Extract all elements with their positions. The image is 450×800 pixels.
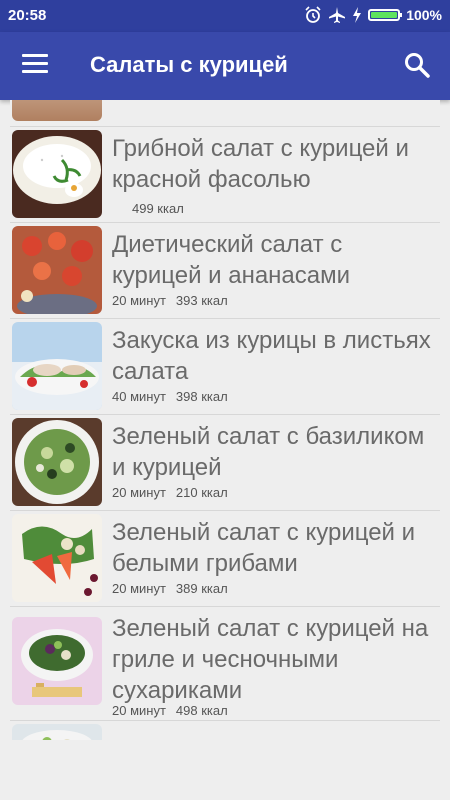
recipe-meta: 40 минут 398 ккал [112, 389, 238, 404]
airplane-mode-icon [329, 7, 346, 23]
search-icon[interactable] [402, 50, 432, 80]
recipe-meta: 499 ккал [122, 201, 194, 216]
status-icons: 100% [304, 6, 442, 24]
list-item[interactable]: Зеленый салат с курицей и белыми грибами… [10, 511, 440, 607]
recipe-name: Зеленый салат с курицей и белыми грибами [112, 519, 416, 577]
recipe-list: Грибной салат с курицей и красной фасоль… [0, 100, 450, 800]
recipe-time: 20 минут [112, 581, 166, 596]
recipe-name: Зеленый салат с курицей на гриле и чесно… [112, 615, 429, 704]
recipe-meta: 20 минут 393 ккал [112, 293, 238, 308]
recipe-calories: 498 ккал [175, 703, 228, 718]
recipe-thumbnail [12, 322, 102, 410]
recipe-time: 20 минут [112, 293, 166, 308]
list-item[interactable] [10, 100, 440, 127]
recipe-name: Диетический салат с курицей и ананасами [112, 231, 351, 289]
recipe-calories: 393 ккал [175, 293, 228, 308]
recipe-thumbnail [12, 418, 102, 506]
status-bar: 20:58 100% [0, 0, 450, 32]
recipe-thumbnail [12, 617, 102, 705]
recipe-calories: 389 ккал [175, 581, 228, 596]
app-bar: Салаты с курицей [0, 32, 450, 100]
list-bottom-fade [0, 740, 450, 800]
list-item[interactable]: Диетический салат с курицей и ананасами … [10, 223, 440, 319]
recipe-time: 20 минут [112, 485, 166, 500]
recipe-name: Закуска из курицы в листьях салата [112, 327, 431, 385]
menu-icon[interactable] [22, 54, 48, 76]
recipe-time: 40 минут [112, 389, 166, 404]
alarm-icon [305, 6, 321, 23]
page-title: Салаты с курицей [90, 52, 288, 77]
recipe-time: 20 минут [112, 703, 166, 718]
recipe-thumbnail [12, 130, 102, 218]
list-item[interactable]: Закуска из курицы в листьях салата 40 ми… [10, 319, 440, 415]
charging-icon [353, 7, 362, 23]
recipe-thumbnail [12, 514, 102, 602]
battery-percent: 100% [406, 7, 442, 23]
recipe-name: Грибной салат с курицей и красной фасоль… [112, 135, 409, 193]
recipe-meta: 20 минут 389 ккал [112, 581, 238, 596]
list-item[interactable]: Зеленый салат с базиликом и курицей 20 м… [10, 415, 440, 511]
list-item[interactable]: Грибной салат с курицей и красной фасоль… [10, 127, 440, 223]
battery-icon [368, 9, 403, 21]
recipe-calories: 398 ккал [175, 389, 228, 404]
recipe-calories: 499 ккал [132, 201, 184, 216]
list-item[interactable]: Зеленый салат с курицей на гриле и чесно… [10, 607, 440, 721]
recipe-calories: 210 ккал [175, 485, 228, 500]
recipe-thumbnail [12, 100, 102, 121]
recipe-meta: 20 минут 498 ккал [112, 703, 238, 718]
status-time: 20:58 [8, 7, 47, 24]
recipe-meta: 20 минут 210 ккал [112, 485, 238, 500]
recipe-thumbnail [12, 226, 102, 314]
recipe-name: Зеленый салат с базиликом и курицей [112, 423, 425, 481]
